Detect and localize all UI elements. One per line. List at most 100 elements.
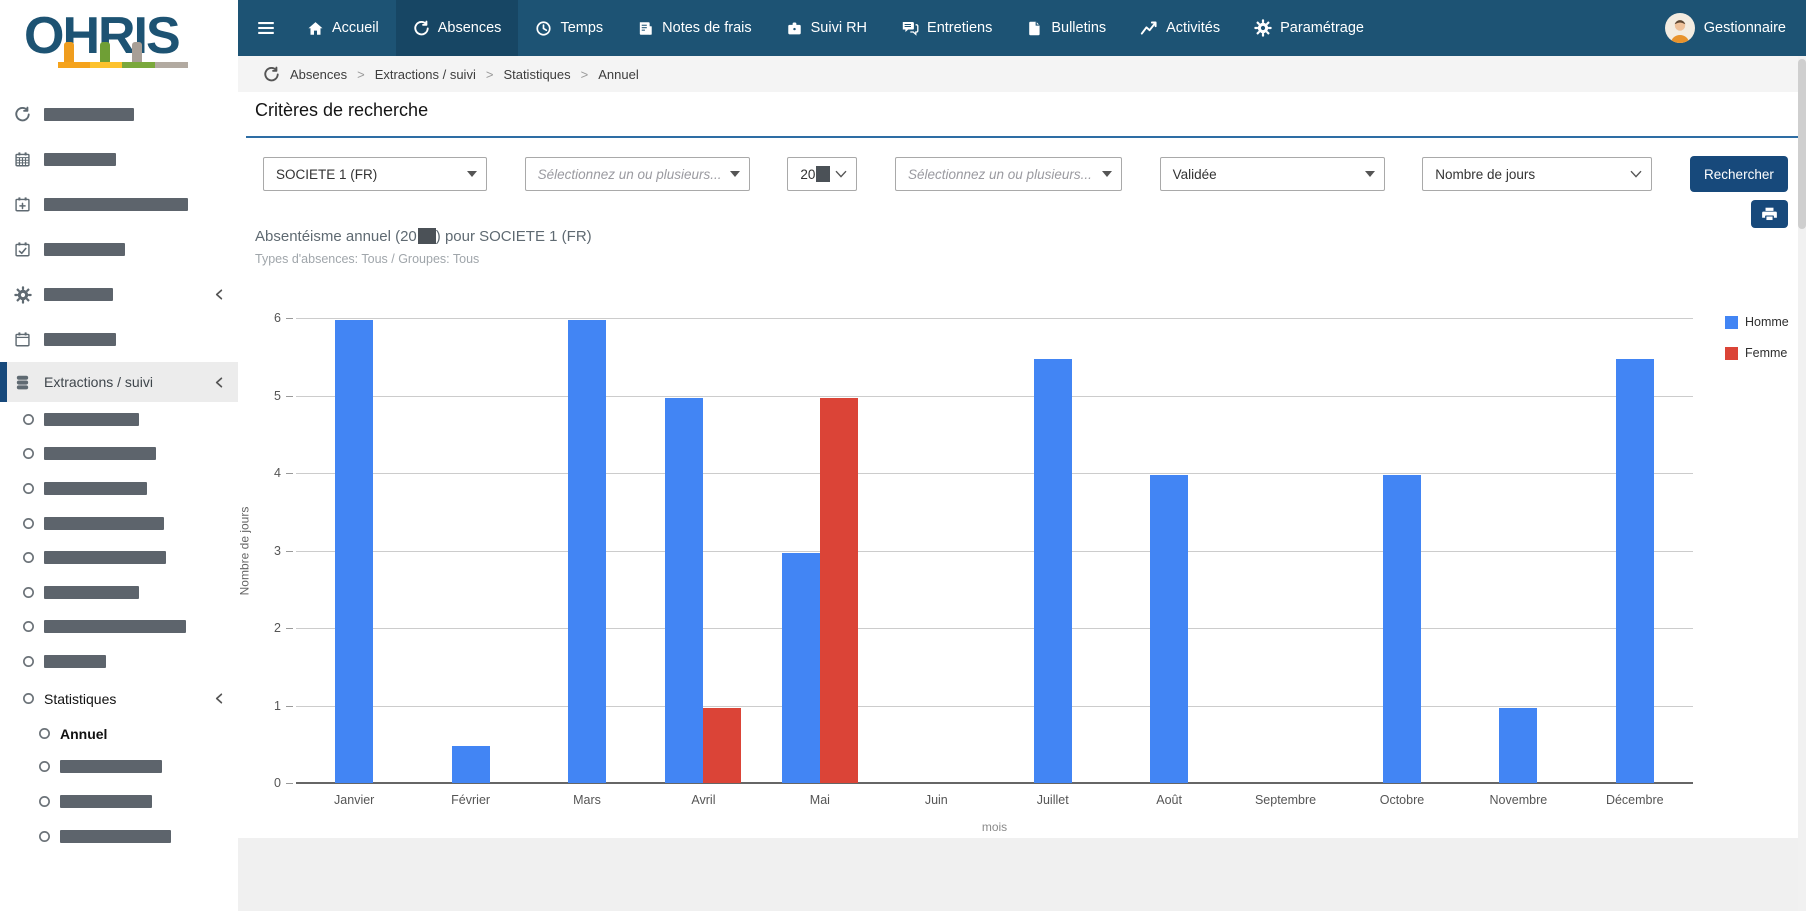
sidebar-item-redacted[interactable] bbox=[0, 272, 238, 317]
sidebar-item-extractions-suivi[interactable]: Extractions / suivi bbox=[0, 362, 238, 402]
breadcrumb-item-statistiques[interactable]: Statistiques bbox=[503, 67, 570, 82]
print-button[interactable] bbox=[1751, 200, 1788, 228]
y-tick-mark bbox=[286, 473, 293, 474]
redacted-label bbox=[44, 198, 188, 211]
chevron-left-icon bbox=[213, 692, 226, 705]
x-tick-label: Mai bbox=[765, 793, 875, 807]
user-label: Gestionnaire bbox=[1704, 20, 1786, 36]
logo-figure-gray bbox=[132, 42, 142, 64]
sidebar-item-redacted[interactable] bbox=[0, 227, 238, 272]
legend-item-femme: Femme bbox=[1725, 346, 1789, 360]
nav-item-entretiens[interactable]: Entretiens bbox=[884, 0, 1009, 56]
nav-item-absences[interactable]: Absences bbox=[396, 0, 519, 56]
redacted-year bbox=[418, 228, 436, 244]
group-select[interactable]: Sélectionnez un ou plusieurs... bbox=[895, 157, 1122, 191]
document-icon bbox=[1026, 20, 1043, 37]
nav-item-suivi-rh[interactable]: Suivi RH bbox=[769, 0, 884, 56]
legend-swatch bbox=[1725, 316, 1738, 329]
breadcrumb-item-absences[interactable]: Absences bbox=[290, 67, 347, 82]
sidebar-item-redacted[interactable] bbox=[0, 137, 238, 182]
page-background bbox=[238, 838, 1806, 911]
redacted-label bbox=[44, 447, 156, 460]
bar-avril-femme bbox=[703, 708, 741, 784]
sidebar-item-redacted[interactable] bbox=[0, 644, 238, 679]
absenteeism-bar-chart: Nombre de jours mois HommeFemme 0123456J… bbox=[296, 318, 1693, 783]
breadcrumb-item-annuel: Annuel bbox=[598, 67, 638, 82]
gear-icon bbox=[14, 286, 44, 304]
scrollbar-thumb[interactable] bbox=[1798, 59, 1806, 229]
breadcrumb-separator: > bbox=[357, 67, 365, 82]
sidebar-item-redacted[interactable] bbox=[0, 610, 238, 645]
clock-icon bbox=[535, 20, 552, 37]
legend-swatch bbox=[1725, 347, 1738, 360]
page-title: Critères de recherche bbox=[255, 100, 428, 121]
nav-item-activites[interactable]: Activités bbox=[1123, 0, 1237, 56]
sidebar-item-redacted[interactable] bbox=[0, 437, 238, 472]
y-tick-label: 5 bbox=[274, 389, 281, 403]
caret-down-icon bbox=[467, 171, 477, 177]
absence-type-select[interactable]: Sélectionnez un ou plusieurs... bbox=[525, 157, 750, 191]
circle-icon bbox=[22, 447, 44, 460]
chevron-left-icon bbox=[213, 288, 226, 301]
gear-icon bbox=[1254, 19, 1272, 37]
sidebar-item-redacted[interactable] bbox=[0, 471, 238, 506]
briefcase-icon bbox=[786, 20, 803, 37]
x-tick-label: Août bbox=[1114, 793, 1224, 807]
filter-value: Nombre de jours bbox=[1435, 167, 1535, 182]
company-select[interactable]: SOCIETE 1 (FR) bbox=[263, 157, 487, 191]
calendar-icon bbox=[14, 331, 44, 348]
scrollbar[interactable] bbox=[1798, 56, 1806, 911]
y-tick-mark bbox=[286, 706, 293, 707]
nav-item-bulletins[interactable]: Bulletins bbox=[1009, 0, 1123, 56]
redacted-label bbox=[44, 243, 125, 256]
sidebar-item-redacted[interactable] bbox=[0, 749, 238, 784]
redacted-label bbox=[60, 795, 152, 808]
breadcrumb-item-extractions-suivi[interactable]: Extractions / suivi bbox=[375, 67, 476, 82]
sidebar-item-annuel[interactable]: Annuel bbox=[0, 719, 238, 749]
sidebar-item-redacted[interactable] bbox=[0, 575, 238, 610]
menu-icon bbox=[256, 18, 276, 38]
x-tick-label: Décembre bbox=[1580, 793, 1690, 807]
activity-icon bbox=[1140, 19, 1158, 37]
sidebar-item-redacted[interactable] bbox=[0, 784, 238, 819]
nav-item-temps[interactable]: Temps bbox=[518, 0, 620, 56]
main-content: Critères de recherche SOCIETE 1 (FR) Séle… bbox=[238, 92, 1806, 838]
sidebar-item-redacted[interactable] bbox=[0, 92, 238, 137]
y-tick-mark bbox=[286, 783, 293, 784]
ohris-logo[interactable]: OHRIS bbox=[0, 0, 238, 92]
caret-down-icon bbox=[1365, 171, 1375, 177]
chart-legend: HommeFemme bbox=[1725, 315, 1789, 360]
sidebar-item-redacted[interactable] bbox=[0, 402, 238, 437]
nav-item-accueil[interactable]: Accueil bbox=[290, 0, 396, 56]
gridline bbox=[296, 551, 1693, 552]
nav-item-label: Bulletins bbox=[1051, 20, 1106, 36]
menu-toggle-button[interactable] bbox=[238, 0, 290, 56]
sidebar-item-redacted[interactable] bbox=[0, 819, 238, 854]
sidebar-item-label: Statistiques bbox=[44, 691, 116, 707]
sidebar-item-redacted[interactable] bbox=[0, 317, 238, 362]
bar-avril-homme bbox=[665, 398, 703, 784]
unit-select[interactable]: Nombre de jours bbox=[1422, 157, 1652, 191]
redacted-label bbox=[44, 586, 139, 599]
nav-item-parametrage[interactable]: Paramétrage bbox=[1237, 0, 1381, 56]
filter-value: Validée bbox=[1173, 167, 1217, 182]
x-tick-label: Novembre bbox=[1463, 793, 1573, 807]
sidebar-item-redacted[interactable] bbox=[0, 540, 238, 575]
status-select[interactable]: Validée bbox=[1160, 157, 1385, 191]
year-select[interactable]: 20 bbox=[787, 157, 857, 191]
sidebar-item-redacted[interactable] bbox=[0, 182, 238, 227]
circle-icon bbox=[38, 727, 60, 740]
nav-item-label: Notes de frais bbox=[662, 20, 751, 36]
sidebar-item-redacted[interactable] bbox=[0, 506, 238, 541]
x-tick-label: Septembre bbox=[1231, 793, 1341, 807]
nav-item-label: Accueil bbox=[332, 20, 379, 36]
x-tick-label: Octobre bbox=[1347, 793, 1457, 807]
title-divider bbox=[246, 136, 1806, 138]
search-button[interactable]: Rechercher bbox=[1690, 156, 1788, 192]
y-tick-mark bbox=[286, 396, 293, 397]
nav-item-notes-de-frais[interactable]: Notes de frais bbox=[620, 0, 768, 56]
sidebar: OHRIS Extractions / suivi Statistiques Ann… bbox=[0, 0, 238, 911]
redacted-label bbox=[44, 108, 134, 121]
sidebar-item-statistiques[interactable]: Statistiques bbox=[0, 679, 238, 719]
user-menu[interactable]: Gestionnaire bbox=[1665, 13, 1806, 43]
